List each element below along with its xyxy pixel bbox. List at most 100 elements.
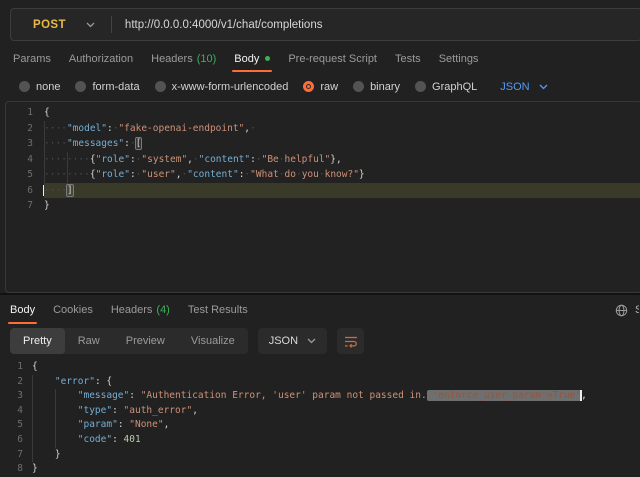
section-divider <box>0 293 640 295</box>
indent-guide <box>32 404 33 419</box>
radio-icon <box>155 81 166 92</box>
body-type-form-data[interactable]: form-data <box>75 81 139 93</box>
tab-label: Body <box>234 53 259 65</box>
request-tab-headers[interactable]: Headers (10) <box>151 45 216 72</box>
code-content: } <box>32 448 640 463</box>
code-line: 7} <box>6 198 640 214</box>
request-tab-params[interactable]: Params <box>13 45 51 72</box>
method-selector[interactable]: POST <box>11 9 111 40</box>
raw-language-label: JSON <box>500 81 529 93</box>
view-tab-preview[interactable]: Preview <box>113 328 178 354</box>
radio-label: x-www-form-urlencoded <box>172 81 289 93</box>
response-body-editor[interactable]: 1{2 "error": {3 "message": "Authenticati… <box>0 357 640 477</box>
body-type-x-www-form-urlencoded[interactable]: x-www-form-urlencoded <box>155 81 289 93</box>
code-content: ········{"role":·"system",·"content":·"B… <box>44 152 640 168</box>
code-content: "param": "None", <box>32 418 640 433</box>
body-type-row: none form-data x-www-form-urlencoded raw bin… <box>0 73 640 100</box>
response-tab-headers[interactable]: Headers(4) <box>111 296 170 324</box>
indent-guide <box>55 404 56 419</box>
code-content: "message": "Authentication Error, 'user'… <box>32 389 640 404</box>
view-tab-raw[interactable]: Raw <box>65 328 113 354</box>
code-line: 6 "code": 401 <box>0 433 640 448</box>
indent-guide <box>44 121 45 137</box>
line-number: 7 <box>6 198 44 214</box>
radio-icon <box>353 81 364 92</box>
line-number: 5 <box>6 167 44 183</box>
request-tab-pre-request-script[interactable]: Pre-request Script <box>288 45 377 72</box>
code-line: 7 } <box>0 448 640 463</box>
indent-guide <box>55 418 56 433</box>
globe-icon[interactable] <box>615 304 628 317</box>
code-line: 4 "type": "auth_error", <box>0 404 640 419</box>
line-number: 4 <box>6 152 44 168</box>
code-line: 1{ <box>0 360 640 375</box>
active-tab-underline <box>8 322 37 324</box>
chevron-down-icon <box>86 22 95 28</box>
line-number: 8 <box>0 462 32 477</box>
body-type-binary[interactable]: binary <box>353 81 400 93</box>
code-content: ····"model":·"fake-openai-endpoint",· <box>44 121 640 137</box>
line-number: 6 <box>6 183 44 199</box>
raw-language-select[interactable]: JSON <box>500 81 547 93</box>
line-number: 3 <box>0 389 32 404</box>
indent-guide <box>32 418 33 433</box>
code-content: { <box>32 360 640 375</box>
request-tab-tests[interactable]: Tests <box>395 45 421 72</box>
radio-label: form-data <box>92 81 139 93</box>
wrap-text-button[interactable] <box>337 328 364 354</box>
response-meta: S <box>615 296 640 324</box>
tab-count-badge: (4) <box>156 304 169 316</box>
response-tabs-row: Body Cookies Headers(4) Test Results S <box>0 296 640 324</box>
code-line: 4········{"role":·"system",·"content":·"… <box>6 152 640 168</box>
indent-guide <box>32 448 33 463</box>
tab-label: Cookies <box>53 304 93 316</box>
line-number: 5 <box>0 418 32 433</box>
url-input[interactable]: http://0.0.0.0:4000/v1/chat/completions <box>112 19 323 31</box>
tab-label: Params <box>13 53 51 65</box>
tab-count-badge: (10) <box>197 53 217 65</box>
body-type-none[interactable]: none <box>19 81 60 93</box>
request-body-editor[interactable]: 1{2····"model":·"fake-openai-endpoint",·… <box>5 101 640 293</box>
indent-guide <box>44 136 45 152</box>
current-line-highlight: ····] <box>44 183 640 199</box>
line-number: 1 <box>0 360 32 375</box>
body-type-raw[interactable]: raw <box>303 81 338 93</box>
response-tab-cookies[interactable]: Cookies <box>53 296 93 324</box>
view-tab-visualize[interactable]: Visualize <box>178 328 248 354</box>
body-type-graphql[interactable]: GraphQL <box>415 81 477 93</box>
indent-guide <box>32 433 33 448</box>
response-tab-test-results[interactable]: Test Results <box>188 296 248 324</box>
line-number: 1 <box>6 105 44 121</box>
view-tab-pretty[interactable]: Pretty <box>10 328 65 354</box>
wrap-text-icon <box>344 335 358 348</box>
request-tab-settings[interactable]: Settings <box>439 45 479 72</box>
code-line: 3 "message": "Authentication Error, 'use… <box>0 389 640 404</box>
radio-label: binary <box>370 81 400 93</box>
code-line: 2 "error": { <box>0 375 640 390</box>
tab-label: Test Results <box>188 304 248 316</box>
indent-guide <box>32 389 33 404</box>
radio-label: none <box>36 81 60 93</box>
line-number: 6 <box>0 433 32 448</box>
indent-guide <box>55 389 56 404</box>
request-tab-body[interactable]: Body <box>234 45 270 72</box>
tab-label: Tests <box>395 53 421 65</box>
active-tab-underline <box>232 70 272 72</box>
tab-label: Body <box>10 304 35 316</box>
indent-guide <box>44 183 45 199</box>
tab-label: Headers <box>151 53 193 65</box>
response-language-label: JSON <box>269 335 298 347</box>
body-type-radios: none form-data x-www-form-urlencoded raw bin… <box>19 81 477 93</box>
radio-icon <box>19 81 30 92</box>
indent-guide <box>67 167 68 183</box>
line-number: 3 <box>6 136 44 152</box>
line-number: 2 <box>0 375 32 390</box>
request-tab-authorization[interactable]: Authorization <box>69 45 133 72</box>
code-line: 6····] <box>6 183 640 199</box>
code-content: "code": 401 <box>32 433 640 448</box>
indent-guide <box>44 167 45 183</box>
indent-guide <box>67 152 68 168</box>
whitespace-dot: · <box>130 138 136 149</box>
response-tab-body[interactable]: Body <box>10 296 35 324</box>
response-language-select[interactable]: JSON <box>258 328 327 354</box>
